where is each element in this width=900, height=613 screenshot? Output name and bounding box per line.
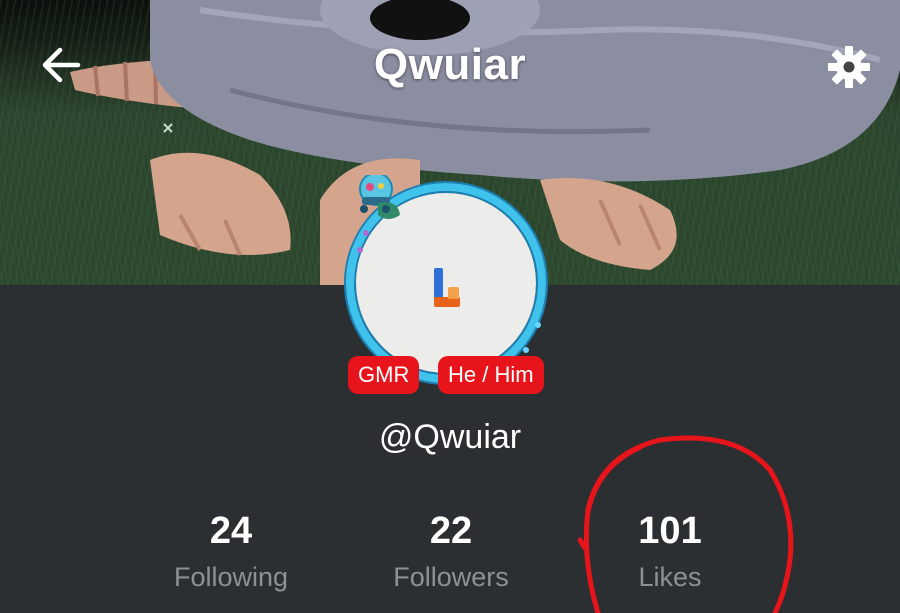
badge-pronouns: He / Him: [438, 356, 544, 394]
followers-count: 22: [429, 510, 473, 552]
page-title: Qwuiar: [373, 40, 527, 89]
gear-icon: [828, 46, 870, 88]
username-handle: @Qwuiar: [378, 418, 522, 456]
stat-followers[interactable]: 22 Followers: [351, 510, 551, 593]
badge-gmr: GMR: [348, 356, 420, 394]
likes-label: Likes: [638, 562, 702, 592]
likes-count: 101: [638, 510, 702, 552]
settings-button[interactable]: [826, 44, 872, 90]
following-label: Following: [173, 562, 289, 592]
stat-likes[interactable]: 101 Likes: [570, 510, 770, 593]
stat-following[interactable]: 24 Following: [131, 510, 331, 593]
followers-label: Followers: [393, 562, 509, 592]
profile-badges: GMR He / Him: [0, 356, 900, 396]
following-count: 24: [209, 510, 253, 552]
